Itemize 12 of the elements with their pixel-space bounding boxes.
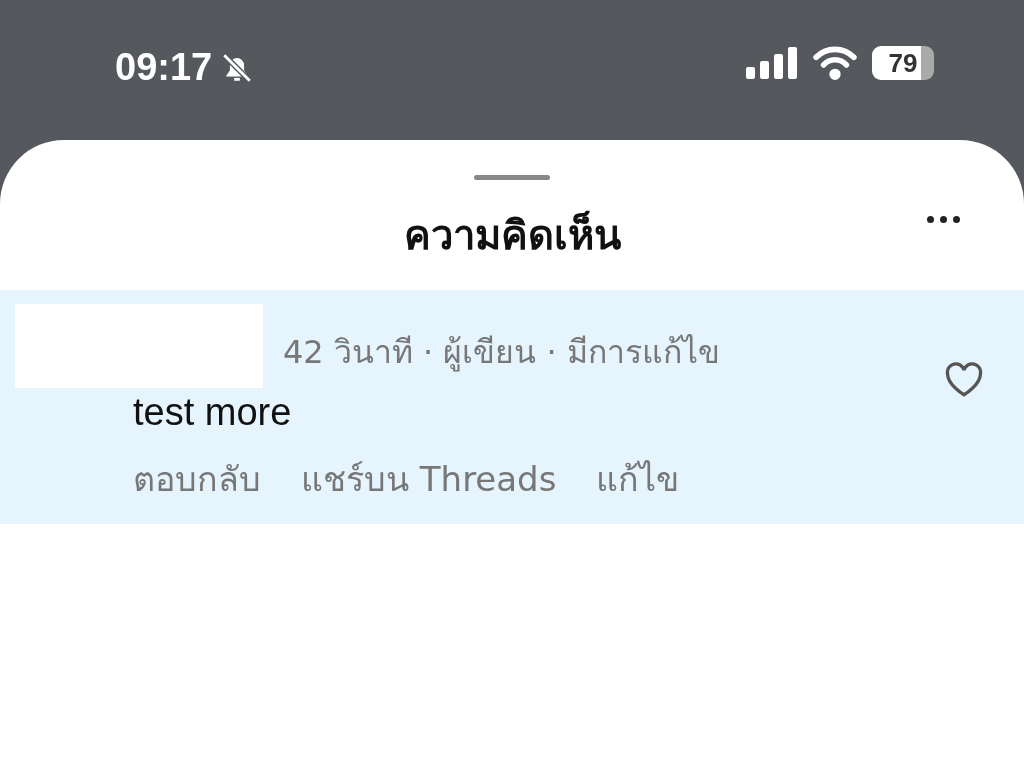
signal-icon (746, 47, 798, 79)
drag-handle[interactable] (474, 175, 550, 180)
heart-icon[interactable] (944, 362, 984, 398)
status-time: 09:17 (115, 46, 213, 89)
comment-text: test more (133, 391, 293, 434)
battery-level: 79 (872, 46, 934, 80)
sheet-title: ความคิดเห็น (403, 209, 621, 260)
comment-action[interactable]: แชร์บน Threads (301, 452, 557, 506)
comment-meta: 42 วินาที · ผู้เขียน · มีการแก้ไข (283, 332, 721, 374)
comment-action[interactable]: แก้ไข (596, 452, 680, 506)
comment-action[interactable]: ตอบกลับ (133, 452, 261, 506)
wifi-icon (812, 46, 858, 80)
